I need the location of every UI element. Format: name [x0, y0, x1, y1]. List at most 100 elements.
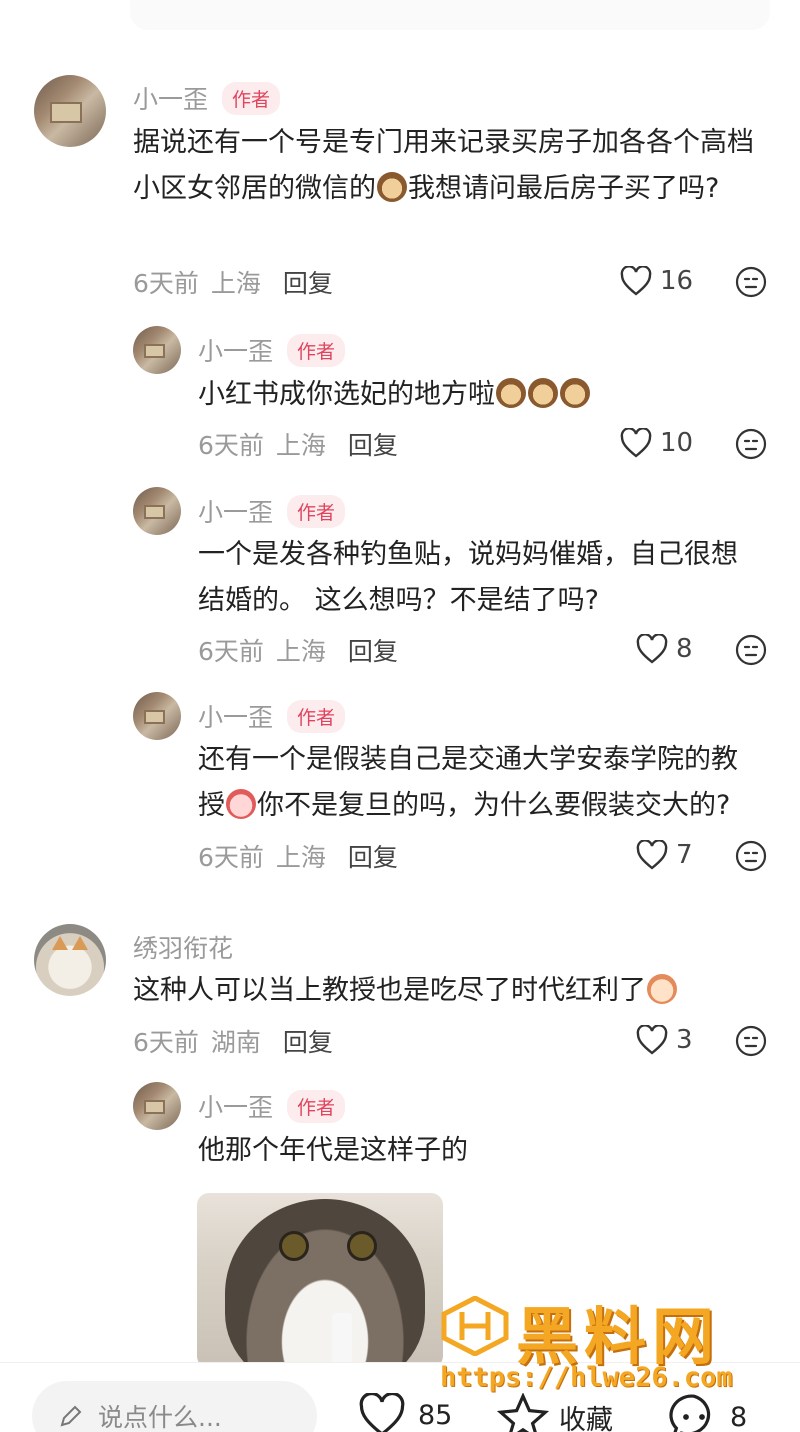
- comment-meta: 6天前 上海 回复: [198, 426, 398, 462]
- reply-button[interactable]: 回复: [283, 1023, 333, 1059]
- comment-header: 小一歪 作者: [198, 332, 346, 368]
- cat-eye-shape: [347, 1231, 377, 1261]
- like-count: 8: [676, 634, 693, 664]
- avatar[interactable]: [133, 487, 181, 535]
- like-count: 10: [660, 428, 694, 458]
- like-count: 7: [676, 840, 693, 870]
- comment-text-line: 授 你不是复旦的吗，为什么要假装交大的?: [198, 783, 778, 829]
- post-like-count: 85: [418, 1399, 453, 1431]
- comment-time: 6天前: [198, 431, 264, 460]
- comment-header: 小一歪 作者: [198, 698, 346, 734]
- avatar[interactable]: [133, 326, 181, 374]
- cat-head-shape: [225, 1199, 425, 1368]
- heart-icon: [636, 840, 668, 870]
- dog-emoji-icon: [377, 172, 407, 202]
- comment-text-line: 还有一个是假装自己是交通大学安泰学院的教: [198, 744, 738, 775]
- reply-button[interactable]: 回复: [283, 264, 333, 300]
- comment-text[interactable]: 小红书成你选妃的地方啦: [198, 372, 768, 418]
- avatar[interactable]: [34, 75, 106, 147]
- favorite-label: 收藏: [559, 1404, 613, 1432]
- author-tag: 作者: [287, 333, 346, 367]
- comment-header: 小一歪 作者: [198, 1088, 346, 1124]
- watermark-url: https://hlwe26.com: [440, 1362, 733, 1393]
- heart-icon: [359, 1393, 405, 1432]
- comment-text-part: 小红书成你选妃的地方啦: [198, 379, 495, 410]
- comment-text-part: 授: [198, 790, 225, 821]
- author-name[interactable]: 小一歪: [198, 698, 273, 734]
- post-like-button[interactable]: 85: [356, 1393, 452, 1432]
- like-count: 3: [676, 1025, 693, 1055]
- cat-drinking-milk-photo[interactable]: [197, 1193, 443, 1368]
- comment-time: 6天前: [198, 637, 264, 666]
- heart-icon: [620, 266, 652, 296]
- comment-meta: 6天前 上海 回复: [198, 632, 398, 668]
- comment-location: 上海: [210, 269, 261, 298]
- author-tag: 作者: [287, 494, 346, 528]
- heart-icon: [636, 1025, 668, 1055]
- rich-emoji-icon: [647, 974, 677, 1004]
- avatar[interactable]: [133, 692, 181, 740]
- comment-text-line: 结婚的。 这么想吗？不是结了吗?: [198, 585, 599, 616]
- comment-meta: 6天前 上海 回复: [133, 264, 333, 300]
- like-button[interactable]: 10: [620, 428, 693, 458]
- author-name[interactable]: 小一歪: [198, 332, 273, 368]
- comment-count: 8: [730, 1401, 748, 1432]
- comment-header: 绣羽衔花: [133, 929, 233, 965]
- heart-icon: [620, 428, 652, 458]
- author-name[interactable]: 小一歪: [133, 80, 208, 116]
- comment-text[interactable]: 还有一个是假装自己是交通大学安泰学院的教 授 你不是复旦的吗，为什么要假装交大的?: [198, 737, 778, 829]
- watermark-logo-icon: [441, 1296, 509, 1356]
- comment-text[interactable]: 据说还有一个号是专门用来记录买房子加各各个高档小区女邻居的微信的 我想请问最后房子…: [133, 120, 773, 212]
- comment-time: 6天前: [133, 1028, 199, 1057]
- neutral-face-icon[interactable]: [735, 1025, 767, 1057]
- comment-text-part: 我想请问最后房子买了吗?: [408, 173, 720, 204]
- comment-header: 小一歪 作者: [133, 80, 281, 116]
- author-tag: 作者: [287, 1089, 346, 1123]
- comment-text-part: 你不是复旦的吗，为什么要假装交大的?: [257, 790, 731, 821]
- comment-location: 上海: [275, 637, 326, 666]
- author-name[interactable]: 小一歪: [198, 493, 273, 529]
- neutral-face-icon[interactable]: [735, 634, 767, 666]
- comment-location: 湖南: [210, 1028, 261, 1057]
- comment-input[interactable]: 说点什么...: [32, 1381, 317, 1432]
- watermark: 黑料网 https://hlwe26.com: [440, 1290, 780, 1400]
- comment-time: 6天前: [133, 269, 199, 298]
- milk-bottle-shape: [332, 1313, 352, 1368]
- comment-location: 上海: [275, 843, 326, 872]
- comment-text-part: 这种人可以当上教授也是吃尽了时代红利了: [133, 975, 646, 1006]
- avatar[interactable]: [133, 1082, 181, 1130]
- dog-emoji-icon: [560, 378, 590, 408]
- neutral-face-icon[interactable]: [735, 428, 767, 460]
- comment-location: 上海: [275, 431, 326, 460]
- comment-text-line: 一个是发各种钓鱼贴，说妈妈催婚，自己很想: [198, 539, 738, 570]
- neutral-face-icon[interactable]: [735, 266, 767, 298]
- dog-emoji-icon: [528, 378, 558, 408]
- author-name[interactable]: 小一歪: [198, 1088, 273, 1124]
- comment-time: 6天前: [198, 843, 264, 872]
- like-button[interactable]: 16: [620, 266, 693, 296]
- heart-icon: [636, 634, 668, 664]
- crying-emoji-icon: [226, 789, 256, 819]
- comment-text[interactable]: 他那个年代是这样子的: [198, 1128, 758, 1174]
- reply-button[interactable]: 回复: [348, 632, 398, 668]
- comment-meta: 6天前 上海 回复: [198, 838, 398, 874]
- comment-header: 小一歪 作者: [198, 493, 346, 529]
- previous-comment-card: [130, 0, 770, 30]
- like-button[interactable]: 3: [636, 1025, 693, 1055]
- reply-button[interactable]: 回复: [348, 426, 398, 462]
- like-button[interactable]: 8: [636, 634, 693, 664]
- comment-text[interactable]: 一个是发各种钓鱼贴，说妈妈催婚，自己很想 结婚的。 这么想吗？不是结了吗?: [198, 532, 778, 624]
- author-name[interactable]: 绣羽衔花: [133, 929, 233, 965]
- reply-button[interactable]: 回复: [348, 838, 398, 874]
- like-button[interactable]: 7: [636, 840, 693, 870]
- author-tag: 作者: [287, 699, 346, 733]
- dog-emoji-icon: [496, 378, 526, 408]
- author-tag: 作者: [222, 81, 281, 115]
- like-count: 16: [660, 266, 694, 296]
- comment-text[interactable]: 这种人可以当上教授也是吃尽了时代红利了: [133, 968, 773, 1014]
- neutral-face-icon[interactable]: [735, 840, 767, 872]
- pencil-icon: [60, 1405, 82, 1427]
- avatar[interactable]: [34, 924, 106, 996]
- cat-eye-shape: [279, 1231, 309, 1261]
- comment-input-placeholder: 说点什么...: [98, 1403, 222, 1432]
